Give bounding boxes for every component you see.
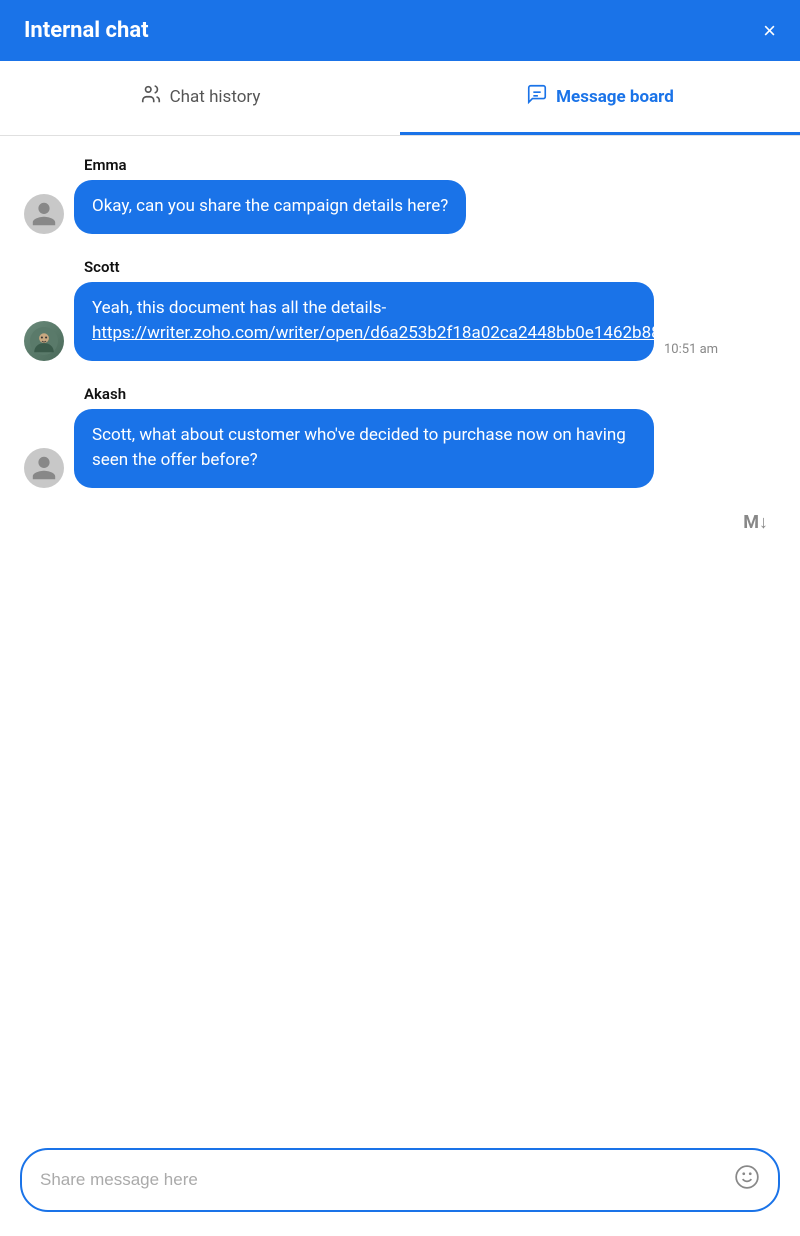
header: Internal chat ×	[0, 0, 800, 61]
message-group-scott: Scott Yeah, this document has all the de…	[24, 258, 776, 361]
message-input-wrapper	[20, 1148, 780, 1212]
close-button[interactable]: ×	[763, 20, 776, 42]
input-area	[0, 1132, 800, 1236]
tabs-container: Chat history Message board	[0, 61, 800, 136]
markdown-badge: M↓	[743, 512, 768, 533]
message-timestamp-scott: 10:51 am	[664, 342, 718, 361]
message-board-icon	[526, 83, 548, 110]
app-title: Internal chat	[24, 18, 149, 43]
bubble-scott: Yeah, this document has all the details-…	[74, 282, 654, 361]
message-group-akash: Akash Scott, what about customer who've …	[24, 385, 776, 488]
bubble-emma: Okay, can you share the campaign details…	[74, 180, 466, 234]
sender-name-scott: Scott	[24, 258, 776, 276]
message-row-emma: Okay, can you share the campaign details…	[24, 180, 776, 234]
messages-area: Emma Okay, can you share the campaign de…	[0, 136, 800, 1132]
avatar-emma	[24, 194, 64, 234]
message-group-emma: Emma Okay, can you share the campaign de…	[24, 156, 776, 234]
avatar-scott	[24, 321, 64, 361]
scott-message-text: Yeah, this document has all the details-…	[92, 298, 718, 344]
tab-message-board[interactable]: Message board	[400, 61, 800, 135]
avatar-akash	[24, 448, 64, 488]
message-input[interactable]	[40, 1170, 734, 1190]
message-row-scott: Yeah, this document has all the details-…	[24, 282, 776, 361]
scott-link[interactable]: https://writer.zoho.com/writer/open/d6a2…	[92, 323, 718, 343]
bubble-akash: Scott, what about customer who've decide…	[74, 409, 654, 488]
tab-message-board-label: Message board	[556, 87, 674, 107]
sender-name-emma: Emma	[24, 156, 776, 174]
message-row-akash: Scott, what about customer who've decide…	[24, 409, 776, 488]
sender-name-akash: Akash	[24, 385, 776, 403]
tab-chat-history[interactable]: Chat history	[0, 61, 400, 135]
emoji-button[interactable]	[734, 1164, 760, 1196]
tab-chat-history-label: Chat history	[170, 87, 261, 107]
chat-history-icon	[140, 83, 162, 110]
app-container: Internal chat × Chat history	[0, 0, 800, 1236]
markdown-indicator: M↓	[24, 512, 776, 533]
